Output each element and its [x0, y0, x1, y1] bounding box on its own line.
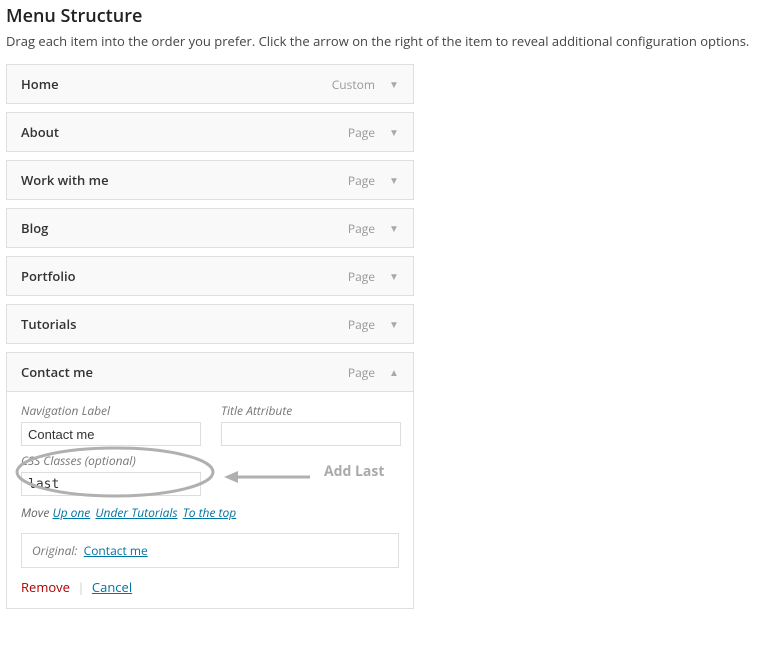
menu-item-title: Portfolio: [21, 267, 76, 285]
cancel-link[interactable]: Cancel: [92, 578, 132, 596]
menu-item-settings: Navigation Label Title Attribute CSS Cla…: [7, 391, 413, 608]
menu-item-bar[interactable]: About Page ▼: [7, 113, 413, 151]
css-classes-label: CSS Classes (optional): [21, 452, 399, 469]
title-attr-input[interactable]: [221, 422, 401, 446]
menu-item-title: Contact me: [21, 363, 93, 381]
menu-item-tutorials[interactable]: Tutorials Page ▼: [6, 304, 414, 344]
menu-item-title: Home: [21, 75, 59, 93]
menu-item-type: Page: [348, 364, 375, 381]
nav-label-input[interactable]: [21, 422, 201, 446]
menu-item-type: Page: [348, 124, 375, 141]
menu-item-about[interactable]: About Page ▼: [6, 112, 414, 152]
section-description: Drag each item into the order you prefer…: [6, 32, 775, 50]
menu-item-title: About: [21, 123, 59, 141]
separator: |: [77, 578, 84, 596]
menu-item-contact-me[interactable]: Contact me Page ▲ Navigation Label Title…: [6, 352, 414, 609]
menu-item-bar[interactable]: Contact me Page ▲: [7, 353, 413, 391]
move-under-link[interactable]: Under Tutorials: [95, 504, 177, 521]
original-label: Original:: [32, 542, 77, 559]
move-up-one-link[interactable]: Up one: [52, 504, 90, 521]
menu-item-home[interactable]: Home Custom ▼: [6, 64, 414, 104]
chevron-down-icon[interactable]: ▼: [385, 123, 403, 141]
chevron-down-icon[interactable]: ▼: [385, 267, 403, 285]
menu-item-bar[interactable]: Work with me Page ▼: [7, 161, 413, 199]
menu-item-blog[interactable]: Blog Page ▼: [6, 208, 414, 248]
menu-item-bar[interactable]: Home Custom ▼: [7, 65, 413, 103]
section-title: Menu Structure: [6, 4, 775, 28]
nav-label-label: Navigation Label: [21, 402, 201, 419]
css-classes-input[interactable]: [21, 472, 201, 496]
remove-link[interactable]: Remove: [21, 578, 70, 596]
move-row: Move Up one Under Tutorials To the top: [21, 504, 399, 521]
original-box: Original: Contact me: [21, 533, 399, 568]
move-label: Move: [21, 504, 49, 521]
menu-item-type: Page: [348, 220, 375, 237]
menu-item-bar[interactable]: Tutorials Page ▼: [7, 305, 413, 343]
menu-item-type: Custom: [332, 76, 375, 93]
title-attr-label: Title Attribute: [221, 402, 401, 419]
menu-item-portfolio[interactable]: Portfolio Page ▼: [6, 256, 414, 296]
menu-item-type: Page: [348, 268, 375, 285]
chevron-down-icon[interactable]: ▼: [385, 219, 403, 237]
menu-item-type: Page: [348, 316, 375, 333]
menu-item-title: Blog: [21, 219, 48, 237]
menu-item-bar[interactable]: Blog Page ▼: [7, 209, 413, 247]
original-link[interactable]: Contact me: [84, 542, 148, 559]
chevron-down-icon[interactable]: ▼: [385, 171, 403, 189]
move-to-top-link[interactable]: To the top: [183, 504, 236, 521]
menu-item-bar[interactable]: Portfolio Page ▼: [7, 257, 413, 295]
menu-list: Home Custom ▼ About Page ▼ Work with me …: [6, 64, 414, 609]
menu-item-type: Page: [348, 172, 375, 189]
chevron-down-icon[interactable]: ▼: [385, 315, 403, 333]
chevron-down-icon[interactable]: ▼: [385, 75, 403, 93]
menu-item-work-with-me[interactable]: Work with me Page ▼: [6, 160, 414, 200]
menu-item-title: Work with me: [21, 171, 109, 189]
chevron-up-icon[interactable]: ▲: [385, 363, 403, 381]
menu-item-title: Tutorials: [21, 315, 76, 333]
